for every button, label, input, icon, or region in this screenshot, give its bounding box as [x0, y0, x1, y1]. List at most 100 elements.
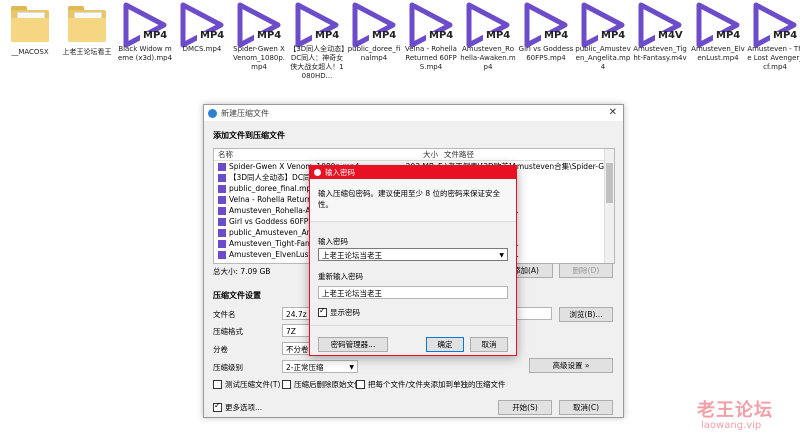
video-file-icon	[218, 217, 226, 226]
volume-label: 分卷	[213, 345, 228, 354]
play-icon: MP4	[460, 2, 516, 48]
folder-icon	[11, 6, 49, 44]
file-type-badge: MP4	[315, 30, 340, 41]
video-file-icon	[218, 173, 226, 182]
video-file-icon	[218, 206, 226, 215]
app-icon	[208, 108, 217, 118]
checkbox-label: 测试压缩文件(T)	[225, 380, 281, 389]
file-label: Amusteven_Tight-Fantasy.m4v	[633, 45, 687, 62]
column-size[interactable]: 大小	[402, 149, 442, 160]
video-file-tile[interactable]: MP4 public_Amusteven_Angelita.mp4	[575, 2, 631, 72]
folder-tile[interactable]: __MACOSX	[2, 2, 58, 57]
play-icon: MP4	[403, 2, 459, 48]
play-icon: MP4	[575, 2, 631, 48]
reenter-password-input[interactable]: 上老王论坛当老王	[318, 286, 508, 299]
video-file-tile[interactable]: M4V Amusteven_Tight-Fantasy.m4v	[632, 2, 688, 63]
file-name-text: public_doree_final.mp4	[229, 184, 316, 193]
watermark-title: 老王论坛	[697, 400, 773, 421]
password-cancel-button[interactable]: 取消	[470, 337, 508, 352]
video-file-icon	[218, 239, 226, 248]
play-icon: MP4	[231, 2, 287, 48]
password-dialog-titlebar[interactable]: 输入密码	[310, 166, 516, 179]
file-list-scrollbar[interactable]	[604, 149, 614, 263]
video-file-tile[interactable]: MP4 Velna - Rohella Returned 60FPS.mp4	[403, 2, 459, 72]
checkbox-box[interactable]	[282, 380, 291, 389]
more-options-checkbox[interactable]: 更多选项...	[213, 401, 262, 413]
video-file-tile[interactable]: MP4 Black Widow meme (x3d).mp4	[117, 2, 173, 63]
video-file-tile[interactable]: MP4 Amusteven_Rohella-Awaken.mp4	[460, 2, 516, 72]
enter-password-label: 输入密码	[318, 237, 348, 246]
video-file-icon	[218, 195, 226, 204]
delete-button[interactable]: 删除(D)	[559, 263, 613, 278]
filename-label: 文件名	[213, 310, 236, 319]
checkbox-label: 显示密码	[330, 308, 360, 317]
total-size: 总大小: 7.09 GB	[213, 267, 271, 276]
column-name[interactable]: 名称	[214, 149, 402, 160]
checkbox-box[interactable]	[356, 380, 365, 389]
scrollbar-thumb[interactable]	[606, 163, 613, 203]
column-path[interactable]: 文件路径	[442, 149, 614, 160]
delete-source-checkbox[interactable]: 压缩后删除原始文件	[282, 379, 362, 390]
folder-tile[interactable]: 上老王论坛看王	[59, 2, 115, 57]
enter-password-value: 上老王论坛当老王	[322, 251, 382, 260]
file-list-header: 名称 大小 文件路径	[214, 149, 614, 161]
video-file-tile[interactable]: MP4 Girl vs Goddess 60FPS.mp4	[518, 2, 574, 63]
video-file-icon	[218, 228, 226, 237]
format-select[interactable]: 7Z	[282, 324, 310, 337]
close-icon[interactable]: ✕	[609, 107, 617, 118]
watermark-url: laowang.vip	[701, 420, 762, 431]
level-select[interactable]: 2-正常压缩 ▼	[282, 360, 358, 373]
file-label: Girl vs Goddess 60FPS.mp4	[518, 45, 574, 62]
divider	[310, 221, 516, 222]
play-icon: M4V	[632, 2, 688, 48]
play-icon: MP4	[690, 2, 746, 48]
browse-button[interactable]: 浏览(B)...	[559, 307, 613, 322]
test-archive-checkbox[interactable]: 测试压缩文件(T)	[213, 379, 280, 390]
format-value: 7Z	[286, 327, 296, 336]
video-file-tile[interactable]: MP4 【3D同人全动态】DC同人：神奇女侠大战女超人！1080HD...	[289, 2, 345, 81]
level-label: 压缩级别	[213, 363, 243, 372]
settings-heading: 压缩文件设置	[213, 291, 261, 300]
file-type-badge: MP4	[372, 30, 397, 41]
checkbox-box[interactable]	[213, 401, 222, 412]
ok-button[interactable]: 确定	[426, 337, 464, 352]
level-value: 2-正常压缩	[286, 363, 324, 372]
file-type-badge: MP4	[716, 30, 741, 41]
checkbox-box[interactable]	[213, 380, 222, 389]
file-label: Amusteven - The Lost Avenger_cf.mp4	[747, 45, 800, 71]
folder-icon	[68, 6, 106, 44]
video-file-tile[interactable]: MP4 Amusteven - The Lost Avenger_cf.mp4	[747, 2, 800, 72]
password-hint: 输入压缩包密码。建议使用至少 8 位的密码来保证安全性。	[318, 189, 501, 209]
format-label: 压缩格式	[213, 327, 243, 336]
dialog-titlebar[interactable]: 新建压缩文件 ✕	[204, 105, 623, 121]
cancel-button[interactable]: 取消(C)	[559, 400, 613, 415]
file-label: public_Amusteven_Angelita.mp4	[575, 45, 631, 71]
show-password-checkbox[interactable]: 显示密码	[318, 306, 360, 318]
file-type-badge: MP4	[429, 30, 454, 41]
file-type-badge: MP4	[544, 30, 569, 41]
file-type-badge: MP4	[143, 30, 168, 41]
video-file-tile[interactable]: MP4 Amusteven_ElvenLust.mp4	[690, 2, 746, 63]
advanced-settings-button[interactable]: 高级设置 »	[529, 358, 613, 373]
password-manager-button[interactable]: 密码管理器...	[318, 337, 388, 352]
checkbox-label: 压缩后删除原始文件	[294, 380, 362, 389]
checkbox-label: 把每个文件/文件夹添加到单独的压缩文件	[368, 380, 506, 389]
file-label: 【3D同人全动态】DC同人：神奇女侠大战女超人！1080HD...	[289, 45, 345, 80]
start-button[interactable]: 开始(S)	[498, 400, 552, 415]
file-label: Amusteven_ElvenLust.mp4	[691, 45, 745, 62]
enter-password-input[interactable]: 上老王论坛当老王 ▼	[318, 248, 508, 261]
file-label: DMCS.mp4	[182, 45, 222, 53]
file-label: Velna - Rohella Returned 60FPS.mp4	[405, 45, 457, 71]
separate-archive-checkbox[interactable]: 把每个文件/文件夹添加到单独的压缩文件	[356, 379, 506, 390]
chevron-down-icon: ▼	[349, 364, 354, 371]
file-type-badge: MP4	[257, 30, 282, 41]
play-icon: MP4	[117, 2, 173, 48]
video-file-tile[interactable]: MP4 public_doree_finalmp4	[346, 2, 402, 63]
video-file-tile[interactable]: MP4 DMCS.mp4	[174, 2, 230, 54]
file-type-badge: MP4	[486, 30, 511, 41]
video-file-tile[interactable]: MP4 Spider-Gwen X Venom_1080p.mp4	[231, 2, 287, 72]
app-icon	[314, 169, 321, 176]
volume-select[interactable]: 不分卷	[282, 342, 310, 355]
checkbox-box[interactable]	[318, 306, 327, 317]
chevron-down-icon[interactable]: ▼	[499, 249, 504, 262]
